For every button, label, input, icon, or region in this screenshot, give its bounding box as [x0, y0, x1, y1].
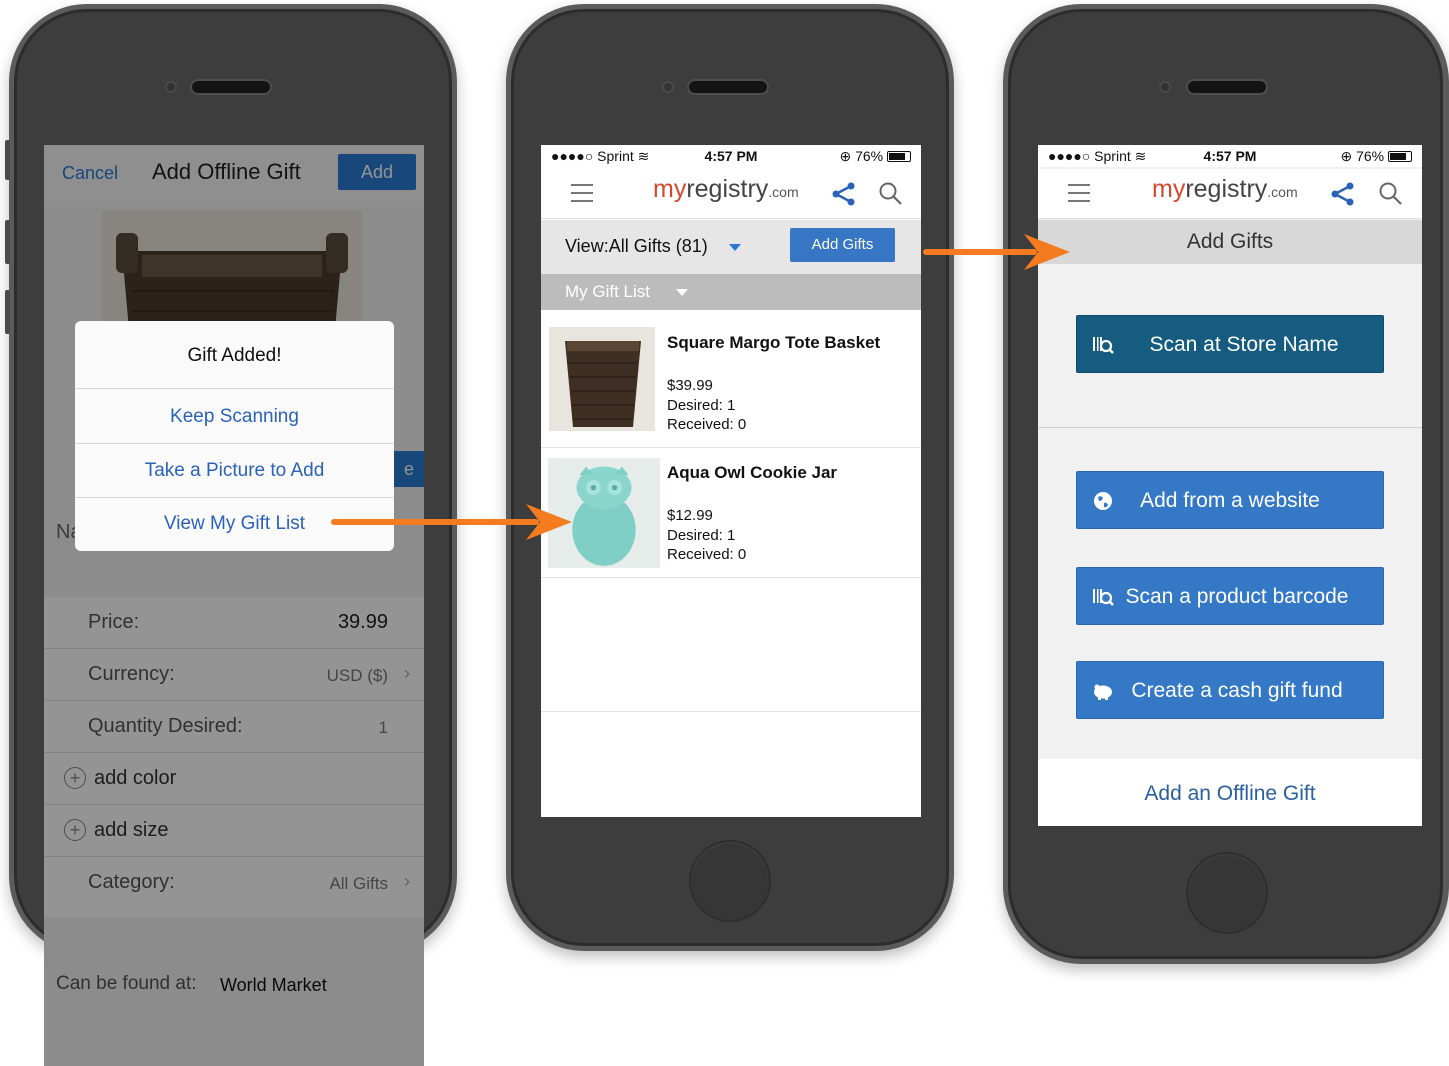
item-received: Received: 0 [667, 416, 747, 433]
scan-barcode-label: Scan a product barcode [1125, 585, 1349, 608]
scan-at-store-label: Scan at Store Name [1149, 333, 1339, 356]
gift-list-label: My Gift List [565, 282, 651, 301]
item-price: $39.99 [667, 377, 713, 394]
phone-1-volume-down [5, 290, 10, 334]
battery-icon [1388, 151, 1412, 162]
phone-1-volume-up [5, 220, 10, 264]
caret-down-icon [676, 289, 688, 296]
modal-dim-overlay [44, 145, 424, 1066]
logo-com: .com [1267, 184, 1298, 200]
battery-percent: 76% [1356, 148, 1385, 164]
search-icon[interactable] [1378, 181, 1404, 207]
status-bar: ●●●●○ Sprint ≋ 4:57 PM ⊕ 76% [541, 145, 921, 167]
logo-my: my [653, 175, 687, 203]
logo-my: my [1152, 175, 1186, 203]
battery-status: ⊕ 76% [839, 148, 911, 165]
list-item[interactable]: Square Margo Tote Basket $39.99 Desired:… [541, 315, 921, 448]
scan-barcode-button[interactable]: Scan a product barcode [1076, 567, 1384, 625]
myregistry-logo[interactable]: myregistry.com [653, 175, 799, 204]
gift-list-selector[interactable]: My Gift List [541, 274, 921, 310]
dialog-title: Gift Added! [75, 321, 394, 389]
view-filter-bar: View:All Gifts (81) Add Gifts [541, 220, 921, 274]
rotation-lock-icon: ⊕ [839, 148, 852, 164]
create-cash-fund-button[interactable]: Create a cash gift fund [1076, 661, 1384, 719]
hamburger-menu-icon[interactable] [571, 184, 593, 202]
item-name[interactable]: Square Margo Tote Basket [667, 333, 880, 353]
basket-thumbnail [549, 327, 655, 431]
battery-icon [887, 151, 911, 162]
add-gifts-header: Add Gifts [1038, 220, 1422, 264]
phone-3-speaker [1186, 79, 1268, 95]
rotation-lock-icon: ⊕ [1340, 148, 1353, 164]
search-icon[interactable] [878, 181, 904, 207]
phone-1-speaker [190, 79, 272, 95]
list-item[interactable]: Aqua Owl Cookie Jar $12.99 Desired: 1 Re… [541, 445, 921, 578]
take-picture-button[interactable]: Take a Picture to Add [75, 444, 394, 498]
add-from-website-button[interactable]: Add from a website [1076, 471, 1384, 529]
phone-2-camera [662, 81, 674, 93]
caret-down-icon[interactable] [729, 244, 741, 251]
arrow-to-add-gifts [923, 234, 1070, 270]
battery-percent: 76% [855, 148, 884, 164]
item-name[interactable]: Aqua Owl Cookie Jar [667, 463, 837, 483]
create-cash-fund-label: Create a cash gift fund [1131, 679, 1343, 702]
myregistry-logo[interactable]: myregistry.com [1152, 175, 1298, 204]
brand-header: myregistry.com [541, 169, 921, 219]
item-received: Received: 0 [667, 546, 747, 563]
scan-at-store-button[interactable]: Scan at Store Name [1076, 315, 1384, 373]
add-offline-gift-link[interactable]: Add an Offline Gift [1038, 759, 1422, 826]
share-icon[interactable] [831, 182, 857, 206]
view-filter-dropdown[interactable]: View:All Gifts (81) [565, 236, 708, 257]
phone-1-side-button [5, 140, 10, 180]
arrow-to-gift-list [331, 504, 572, 540]
screen-add-gifts: ●●●●○ Sprint ≋ 4:57 PM ⊕ 76% myregistry.… [1038, 145, 1422, 826]
screen-add-offline-gift: Cancel Add Offline Gift Add e Na Price: … [44, 145, 424, 1066]
keep-scanning-button[interactable]: Keep Scanning [75, 390, 394, 444]
add-from-website-label: Add from a website [1140, 489, 1320, 512]
item-desired: Desired: 1 [667, 527, 736, 544]
share-icon[interactable] [1330, 182, 1356, 206]
section-divider [1038, 427, 1422, 428]
battery-status: ⊕ 76% [1340, 148, 1412, 165]
phone-3-home-button[interactable] [1186, 852, 1268, 934]
logo-com: .com [768, 184, 799, 200]
logo-registry: registry [1185, 175, 1268, 203]
hamburger-menu-icon[interactable] [1068, 184, 1090, 202]
item-price: $12.99 [667, 507, 713, 524]
phone-2-home-button[interactable] [689, 840, 771, 922]
status-bar: ●●●●○ Sprint ≋ 4:57 PM ⊕ 76% [1038, 145, 1422, 167]
phone-1-camera [165, 81, 177, 93]
phone-3-camera [1159, 81, 1171, 93]
phone-2-speaker [687, 79, 769, 95]
item-desired: Desired: 1 [667, 397, 736, 414]
brand-header: myregistry.com [1038, 169, 1422, 219]
logo-registry: registry [686, 175, 769, 203]
list-divider [541, 711, 921, 712]
add-gifts-button[interactable]: Add Gifts [790, 228, 895, 262]
screen-my-gift-list: ●●●●○ Sprint ≋ 4:57 PM ⊕ 76% myregistry.… [541, 145, 921, 817]
